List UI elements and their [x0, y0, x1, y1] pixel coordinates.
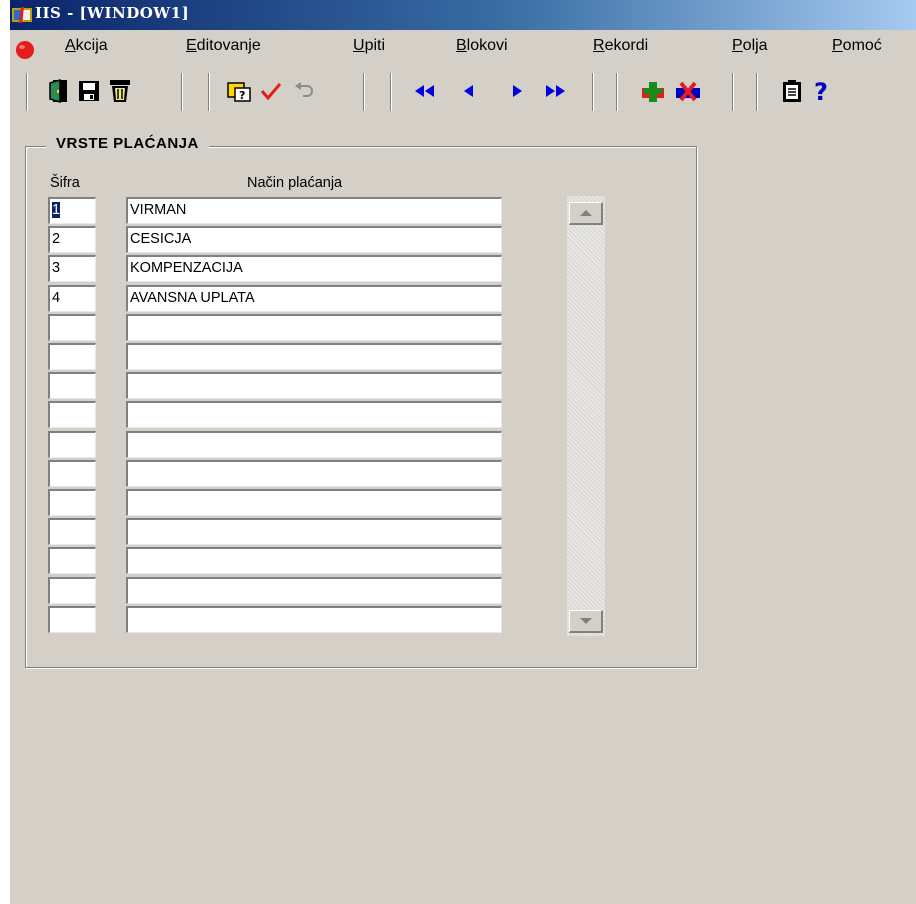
payment-method-field[interactable]: AVANSNA UPLATA: [126, 285, 502, 312]
code-field[interactable]: [48, 372, 96, 399]
help-button[interactable]: ?: [805, 74, 839, 108]
menu-editovanje[interactable]: Editovanje: [186, 37, 261, 55]
arrow-down-icon: [579, 618, 592, 624]
toolbar-separator: [208, 73, 210, 111]
payment-method-field[interactable]: [126, 489, 502, 516]
exit-icon: [49, 78, 67, 104]
first-record-button[interactable]: [408, 74, 442, 108]
window-title: IIS - [WINDOW1]: [35, 4, 190, 22]
column-header-code: Šifra: [50, 175, 80, 191]
code-field[interactable]: [48, 489, 96, 516]
code-field[interactable]: [48, 460, 96, 487]
enter-query-button[interactable]: ?: [222, 74, 256, 108]
payment-method-field[interactable]: CESICJA: [126, 226, 502, 253]
help-icon: ?: [814, 78, 828, 104]
svg-text:?: ?: [239, 89, 245, 102]
svg-text:?: ?: [814, 78, 828, 104]
application-window: IIS - [WINDOW1] Akcija Editovanje Upiti …: [10, 0, 916, 904]
undo-icon: [295, 82, 313, 97]
vertical-scrollbar[interactable]: [567, 196, 605, 636]
next-record-button[interactable]: [500, 74, 534, 108]
exit-button[interactable]: [42, 74, 76, 108]
save-button[interactable]: [72, 74, 106, 108]
toolbar-separator: [616, 73, 618, 111]
delete-record-icon: [676, 81, 700, 102]
query-icon: ?: [227, 82, 251, 102]
toolbar-separator: [756, 73, 758, 111]
last-record-icon: [546, 85, 565, 97]
delete-record-button[interactable]: [671, 74, 705, 108]
code-field[interactable]: 2: [48, 226, 96, 253]
code-field[interactable]: [48, 606, 96, 633]
trash-icon: [110, 80, 130, 102]
clear-button[interactable]: [103, 74, 137, 108]
scroll-up-button[interactable]: [569, 202, 603, 225]
payment-method-field[interactable]: [126, 460, 502, 487]
column-header-name: Način plaćanja: [247, 175, 343, 191]
clipboard-button[interactable]: [775, 74, 809, 108]
payment-method-field[interactable]: [126, 343, 502, 370]
code-field[interactable]: 4: [48, 285, 96, 312]
scroll-down-button[interactable]: [569, 610, 603, 633]
menu-rekordi[interactable]: Rekordi: [593, 37, 648, 55]
first-record-icon: [415, 85, 434, 97]
payment-method-field[interactable]: KOMPENZACIJA: [126, 255, 502, 282]
previous-record-icon: [464, 85, 473, 97]
toolbar-separator: [390, 73, 392, 111]
menu-polja[interactable]: Polja: [732, 37, 768, 55]
payment-method-field[interactable]: [126, 518, 502, 545]
insert-record-button[interactable]: [636, 74, 670, 108]
check-icon: [260, 83, 282, 101]
payment-method-field[interactable]: [126, 577, 502, 604]
execute-query-button[interactable]: [254, 74, 288, 108]
cancel-query-button[interactable]: [288, 74, 322, 108]
toolbar-separator: [732, 73, 734, 111]
payment-method-field[interactable]: [126, 372, 502, 399]
code-field[interactable]: [48, 431, 96, 458]
toolbar-separator: [26, 73, 28, 111]
payment-method-field[interactable]: VIRMAN: [126, 197, 502, 224]
app-icon: [12, 7, 32, 23]
last-record-button[interactable]: [538, 74, 572, 108]
arrow-up-icon: [579, 210, 592, 216]
payment-method-field[interactable]: [126, 547, 502, 574]
toolbar-separator: [363, 73, 365, 111]
payment-method-field[interactable]: [126, 606, 502, 633]
menu-upiti[interactable]: Upiti: [353, 37, 385, 55]
save-icon: [79, 81, 99, 101]
toolbar-separator: [592, 73, 594, 111]
toolbar-separator: [181, 73, 183, 111]
title-bar[interactable]: IIS - [WINDOW1]: [10, 0, 916, 30]
code-field[interactable]: 1: [48, 197, 96, 224]
insert-record-icon: [642, 82, 664, 102]
code-field[interactable]: [48, 401, 96, 428]
menu-blokovi[interactable]: Blokovi: [456, 37, 508, 55]
next-record-icon: [513, 85, 522, 97]
code-field[interactable]: [48, 343, 96, 370]
menu-akcija[interactable]: Akcija: [65, 37, 108, 55]
group-title: VRSTE PLAĆANJA: [46, 135, 209, 152]
payment-method-field[interactable]: [126, 314, 502, 341]
code-field[interactable]: [48, 547, 96, 574]
code-field[interactable]: [48, 314, 96, 341]
menu-bar: Akcija Editovanje Upiti Blokovi Rekordi …: [10, 31, 916, 61]
payment-method-field[interactable]: [126, 401, 502, 428]
code-field[interactable]: [48, 577, 96, 604]
toolbar: ? ?: [10, 63, 916, 113]
menu-pomoc[interactable]: Pomoć: [832, 37, 882, 55]
payment-method-field[interactable]: [126, 431, 502, 458]
clipboard-icon: [783, 80, 801, 102]
code-field[interactable]: [48, 518, 96, 545]
previous-record-button[interactable]: [452, 74, 486, 108]
system-menu-icon[interactable]: [15, 40, 35, 60]
code-field[interactable]: 3: [48, 255, 96, 282]
